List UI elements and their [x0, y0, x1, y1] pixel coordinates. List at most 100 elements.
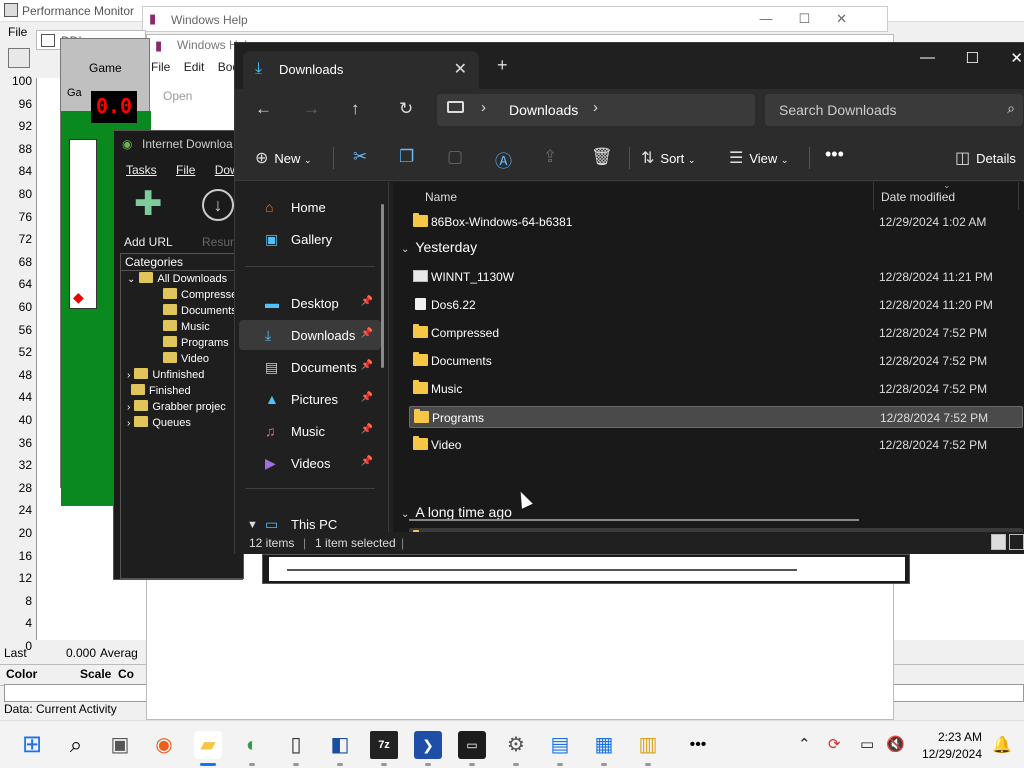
idm-category-item[interactable]: › Queues	[127, 416, 191, 429]
volume-icon[interactable]: 🔇	[886, 735, 905, 753]
pin-icon[interactable]: 📌	[361, 328, 373, 339]
file-row-86box[interactable]: 86Box-Windows-64-b6381 12/29/2024 1:02 A…	[409, 211, 1023, 233]
chevron-up-icon[interactable]: ⌃	[798, 735, 811, 753]
col-scale[interactable]: Scale	[80, 667, 111, 681]
terminal-icon[interactable]: ▭	[458, 731, 486, 759]
idm-category-item[interactable]: › Grabber projec	[127, 400, 226, 413]
network-icon[interactable]: ▦	[590, 731, 618, 759]
idm-category-item[interactable]: ⌄ All Downloads	[127, 272, 227, 285]
windows-help-window-1[interactable]: ▮ Windows Help —☐✕	[142, 6, 888, 32]
resume-icon[interactable]: ↓	[202, 189, 234, 221]
file-explorer-icon[interactable]: ▰	[194, 731, 222, 759]
file-row[interactable]: Programs 12/28/2024 7:52 PM	[409, 406, 1023, 428]
file-list[interactable]: Name Date modified ⌄ 86Box-Windows-64-b6…	[393, 180, 1024, 550]
nav-item-pictures[interactable]: ▲ Pictures 📌	[239, 384, 381, 414]
new-tab-button[interactable]: +	[497, 55, 508, 76]
maximize-icon[interactable]: ☐	[966, 49, 979, 67]
nav-scrollbar[interactable]	[381, 204, 384, 368]
chevron-down-icon[interactable]: ⌄	[127, 274, 135, 285]
file-row[interactable]: Dos6.22 12/28/2024 11:20 PM	[409, 294, 1023, 316]
search-icon[interactable]: ⌕	[62, 731, 90, 759]
view-button[interactable]: ☰ View ⌄	[729, 148, 788, 168]
add-url-icon[interactable]: ✚	[134, 187, 163, 221]
settings-gear-icon[interactable]: ⚙	[502, 731, 530, 759]
rename-icon[interactable]: Ⓐ	[495, 147, 512, 172]
nav-item-home[interactable]: ⌂ Home	[239, 192, 381, 222]
tiles-view-icon[interactable]	[1009, 534, 1024, 550]
copy-icon[interactable]: ❐	[399, 147, 414, 167]
file-row[interactable]: Video 12/28/2024 7:52 PM	[409, 434, 1023, 456]
sort-button[interactable]: ⇅ Sort ⌄	[641, 148, 695, 168]
idm-category-item[interactable]: Documents	[163, 304, 237, 317]
file-row[interactable]: WINNT_1130W 12/28/2024 11:21 PM	[409, 266, 1023, 288]
add-url-button[interactable]: Add URL	[124, 235, 173, 249]
pin-icon[interactable]: 📌	[361, 456, 373, 467]
idm-menu-tasks[interactable]: Tasks	[126, 163, 157, 177]
search-input[interactable]: Search Downloads ⌕	[765, 94, 1023, 126]
up-icon[interactable]: ↑	[351, 99, 360, 119]
perfmon-menu-file[interactable]: File	[8, 25, 27, 39]
idm-category-item[interactable]: Video	[163, 352, 209, 365]
pin-icon[interactable]: 📌	[361, 296, 373, 307]
file-explorer-window[interactable]: ⤓ Downloads ✕ + — ☐ ✕ ← → ↑ ↻ › Download…	[234, 42, 1024, 554]
refresh-icon[interactable]: ↻	[399, 99, 413, 119]
column-divider[interactable]	[873, 182, 874, 210]
new-button[interactable]: ⊕ New ⌄	[255, 148, 312, 168]
breadcrumb[interactable]: › Downloads ›	[437, 94, 755, 126]
pin-icon[interactable]: 📌	[361, 392, 373, 403]
file-row[interactable]: Music 12/28/2024 7:52 PM	[409, 378, 1023, 400]
scroll-thumb[interactable]	[287, 569, 797, 571]
nav-item-music[interactable]: ♫ Music 📌	[239, 416, 381, 446]
perfmon-toolbar-icon[interactable]	[8, 48, 30, 68]
idm-category-item[interactable]: › Unfinished	[127, 368, 204, 381]
game-menu[interactable]: Game	[89, 61, 122, 75]
remote-icon[interactable]: ▥	[634, 731, 662, 759]
nav-item-this-pc[interactable]: ▼ ▭ This PC	[239, 512, 381, 532]
nav-item-gallery[interactable]: ▣ Gallery	[239, 224, 381, 254]
col-color[interactable]: Color	[6, 667, 37, 681]
more-icon[interactable]: •••	[684, 731, 712, 759]
7zip-icon[interactable]: 7z	[370, 731, 398, 759]
group-header-long-ago[interactable]: ⌄ A long time ago	[401, 504, 512, 520]
help2-menu-edit[interactable]: Edit	[184, 60, 205, 74]
share-icon[interactable]: ⇪	[543, 147, 557, 167]
details-view-icon[interactable]	[991, 534, 1006, 550]
close-tab-icon[interactable]: ✕	[454, 59, 467, 79]
col-counter[interactable]: Co	[118, 667, 134, 681]
forward-icon[interactable]: →	[303, 99, 320, 119]
close-window-icon[interactable]: ✕	[1010, 49, 1023, 67]
chevron-down-icon[interactable]: ▼	[247, 519, 258, 531]
nav-item-desktop[interactable]: ▬ Desktop 📌	[239, 288, 381, 318]
back-icon[interactable]: ←	[255, 99, 272, 119]
idm-category-item[interactable]: Programs	[163, 336, 229, 349]
code-icon[interactable]: ◧	[326, 731, 354, 759]
breadcrumb-downloads[interactable]: Downloads	[509, 102, 578, 118]
delete-icon[interactable]: 🗑	[591, 147, 613, 167]
help2-open-button[interactable]: Open	[163, 89, 192, 103]
display-icon[interactable]: ▭	[860, 735, 874, 753]
chevron-right-icon[interactable]: ›	[127, 370, 130, 381]
chevron-right-icon[interactable]: ›	[127, 418, 130, 429]
notification-bell-icon[interactable]: 🔔	[992, 735, 1012, 755]
navigation-pane[interactable]: ⌂ Home ▣ Gallery ▬ Desktop 📌 ⤓ Downloads…	[235, 182, 389, 532]
cut-icon[interactable]: ✂	[353, 147, 367, 167]
idm-menu-file[interactable]: File	[176, 163, 195, 177]
file-row[interactable]: Compressed 12/28/2024 7:52 PM	[409, 322, 1023, 344]
task-view-icon[interactable]: ▣	[106, 731, 134, 759]
nav-item-documents[interactable]: ▤ Documents 📌	[239, 352, 381, 382]
help2-menu-file[interactable]: File	[151, 60, 170, 74]
idm-categories-tree[interactable]: Categories ⌄ All Downloads Compresse Docume…	[120, 253, 244, 579]
nav-item-downloads[interactable]: ⤓ Downloads 📌	[239, 320, 381, 350]
idm-window[interactable]: ◉ Internet Downloa Tasks File Dow ✚ Add …	[113, 130, 244, 580]
firefox-icon[interactable]: ◉	[150, 731, 178, 759]
chevron-right-icon[interactable]: ›	[481, 99, 486, 116]
minimize-icon[interactable]: —	[920, 49, 935, 66]
start-icon[interactable]: ⊞	[18, 731, 46, 759]
help1-window-controls[interactable]: —☐✕	[759, 11, 873, 27]
idm-category-item[interactable]: Finished	[127, 384, 191, 397]
usb-icon[interactable]: ▯	[282, 731, 310, 759]
pin-icon[interactable]: 📌	[361, 424, 373, 435]
column-divider[interactable]	[1018, 182, 1019, 210]
file-row[interactable]: Documents 12/28/2024 7:52 PM	[409, 350, 1023, 372]
game-card-stack[interactable]	[69, 139, 97, 309]
